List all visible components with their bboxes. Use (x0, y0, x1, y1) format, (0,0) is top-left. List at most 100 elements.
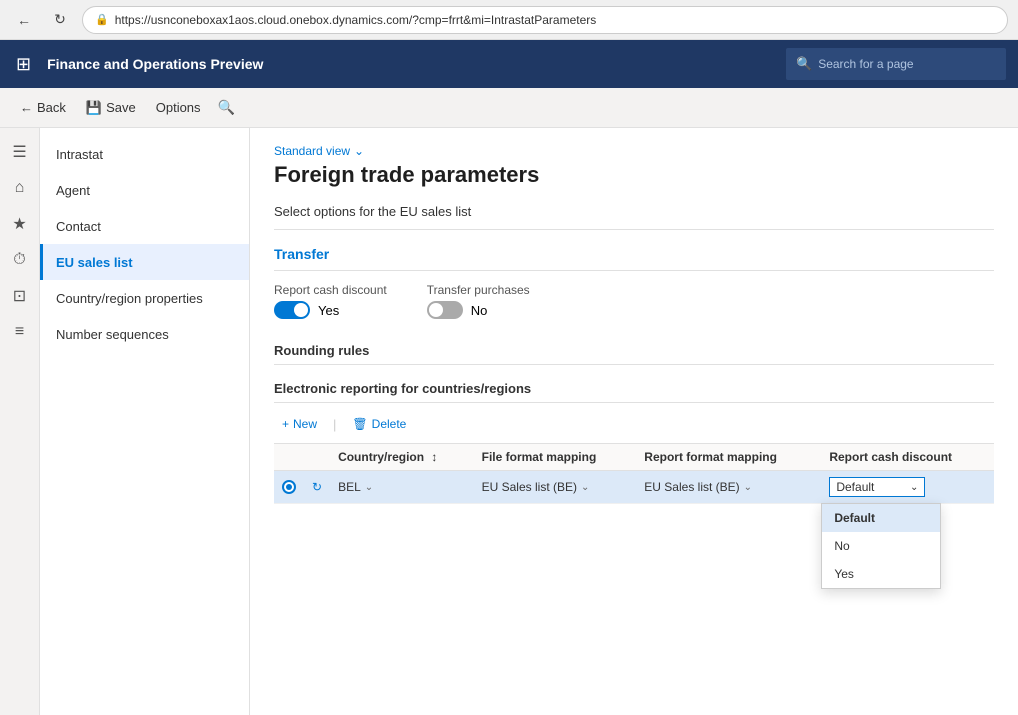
cash-discount-value: Default (836, 480, 874, 494)
file-format-dropdown[interactable]: EU Sales list (BE) ⌄ (482, 480, 629, 494)
grid-icon[interactable]: ⊞ (12, 50, 35, 79)
sidebar-item-intrastat[interactable]: Intrastat (40, 136, 249, 172)
row-radio[interactable] (282, 480, 296, 494)
app-title: Finance and Operations Preview (47, 56, 774, 72)
field-transfer-purchases: Transfer purchases No (427, 283, 530, 319)
field-report-cash-discount: Report cash discount Yes (274, 283, 387, 319)
row-radio-cell[interactable] (274, 471, 304, 504)
save-button[interactable]: 💾 Save (78, 94, 144, 122)
search-bar[interactable]: 🔍 Search for a page (786, 48, 1006, 80)
row-refresh-icon[interactable]: ↻ (312, 480, 322, 494)
rounding-rules-title: Rounding rules (274, 343, 994, 365)
delete-btn-label: Delete (372, 417, 407, 431)
sidebar-item-eu-sales-list[interactable]: EU sales list (40, 244, 249, 280)
view-switcher-label: Standard view (274, 144, 350, 158)
save-icon: 💾 (86, 100, 102, 116)
report-cash-discount-label: Report cash discount (274, 283, 387, 297)
col-header-cash-discount: Report cash discount (821, 444, 994, 471)
toggle-transfer-purchases[interactable] (427, 301, 463, 319)
browser-url-bar: 🔒 https://usnconeboxax1aos.cloud.onebox.… (82, 6, 1008, 34)
section-intro: Select options for the EU sales list (274, 204, 994, 230)
options-label: Options (156, 100, 201, 115)
col-header-country: Country/region ↕ (330, 444, 474, 471)
back-button[interactable]: ← Back (12, 94, 74, 122)
options-button[interactable]: Options (148, 94, 209, 122)
toolbar-search-icon: 🔍 (218, 99, 235, 116)
browser-refresh-button[interactable]: ↻ (46, 6, 74, 34)
data-table: Country/region ↕ File format mapping Rep… (274, 443, 994, 504)
file-format-dropdown-arrow: ⌄ (581, 482, 589, 493)
nav-home-icon[interactable]: ⌂ (4, 172, 36, 204)
sidebar-item-number-sequences[interactable]: Number sequences (40, 316, 249, 352)
er-section: Electronic reporting for countries/regio… (274, 381, 994, 504)
country-value: BEL (338, 480, 361, 494)
browser-url-text: https://usnconeboxax1aos.cloud.onebox.dy… (115, 13, 597, 27)
view-switcher[interactable]: Standard view ⌄ (274, 144, 994, 158)
row-report-format-cell: EU Sales list (BE) ⌄ (636, 471, 821, 504)
sidebar-item-contact[interactable]: Contact (40, 208, 249, 244)
sidebar-item-agent[interactable]: Agent (40, 172, 249, 208)
search-icon: 🔍 (796, 56, 812, 72)
toggle-cash-discount[interactable] (274, 301, 310, 319)
cash-discount-dropdown-arrow: ⌄ (910, 482, 918, 493)
sort-icon[interactable]: ↕ (431, 450, 437, 464)
nav-workspaces-icon[interactable]: ⊡ (4, 280, 36, 312)
report-format-dropdown-arrow: ⌄ (744, 482, 752, 493)
row-cash-discount-cell[interactable]: Default ⌄ Default No (821, 471, 994, 504)
app-header: ⊞ Finance and Operations Preview 🔍 Searc… (0, 40, 1018, 88)
report-format-dropdown[interactable]: EU Sales list (BE) ⌄ (644, 480, 813, 494)
add-icon: + (282, 417, 289, 431)
nav-hamburger-icon[interactable]: ☰ (4, 136, 36, 168)
page-title: Foreign trade parameters (274, 162, 994, 188)
dropdown-option-default[interactable]: Default (822, 504, 940, 532)
rounding-rules-section: Rounding rules (274, 335, 994, 365)
browser-bar: ← ↻ 🔒 https://usnconeboxax1aos.cloud.one… (0, 0, 1018, 40)
country-dropdown[interactable]: BEL ⌄ (338, 480, 466, 494)
table-row[interactable]: ↻ BEL ⌄ EU Sales list (BE) ⌄ (274, 471, 994, 504)
toggle-row-transfer-purchases: No (427, 301, 530, 319)
toggle-on-label: Yes (318, 303, 339, 318)
col-header-refresh (304, 444, 330, 471)
toolbar-search-button[interactable]: 🔍 (213, 94, 241, 122)
back-icon: ← (20, 100, 33, 115)
row-file-format-cell: EU Sales list (BE) ⌄ (474, 471, 637, 504)
transfer-section-title: Transfer (274, 246, 994, 271)
transfer-purchases-label: Transfer purchases (427, 283, 530, 297)
dropdown-option-no[interactable]: No (822, 532, 940, 560)
toggle-row-cash-discount: Yes (274, 301, 387, 319)
save-label: Save (106, 100, 136, 115)
toggle-off-label: No (471, 303, 488, 318)
report-format-value: EU Sales list (BE) (644, 480, 739, 494)
row-refresh-cell[interactable]: ↻ (304, 471, 330, 504)
back-label: Back (37, 100, 66, 115)
col-header-select (274, 444, 304, 471)
main-layout: ☰ ⌂ ★ ⏱ ⊡ ≡ Intrastat Agent Contact EU s… (0, 128, 1018, 715)
nav-recent-icon[interactable]: ⏱ (4, 244, 36, 276)
search-placeholder: Search for a page (818, 57, 913, 71)
cash-discount-dropdown-popup: Default No Yes (821, 503, 941, 589)
row-country-cell: BEL ⌄ (330, 471, 474, 504)
content-area: Standard view ⌄ Foreign trade parameters… (250, 128, 1018, 715)
fields-row-toggles: Report cash discount Yes Transfer purcha… (274, 283, 994, 319)
col-header-file-format: File format mapping (474, 444, 637, 471)
country-dropdown-arrow: ⌄ (365, 482, 373, 493)
toolbar: ← Back 💾 Save Options 🔍 (0, 88, 1018, 128)
table-toolbar: + New | 🗑 Delete (274, 411, 994, 437)
new-row-button[interactable]: + New (274, 411, 325, 437)
lock-icon: 🔒 (95, 13, 109, 26)
delete-row-button[interactable]: 🗑 Delete (344, 411, 414, 437)
sidebar: Intrastat Agent Contact EU sales list Co… (40, 128, 250, 715)
col-header-report-format: Report format mapping (636, 444, 821, 471)
nav-modules-icon[interactable]: ≡ (4, 316, 36, 348)
new-btn-label: New (293, 417, 317, 431)
dropdown-option-yes[interactable]: Yes (822, 560, 940, 588)
toolbar-divider: | (333, 417, 336, 432)
cash-discount-dropdown-input[interactable]: Default ⌄ (829, 477, 925, 497)
nav-favorites-icon[interactable]: ★ (4, 208, 36, 240)
sidebar-item-country-region-properties[interactable]: Country/region properties (40, 280, 249, 316)
table-header-row: Country/region ↕ File format mapping Rep… (274, 444, 994, 471)
chevron-down-icon: ⌄ (354, 144, 364, 158)
file-format-value: EU Sales list (BE) (482, 480, 577, 494)
browser-back-button[interactable]: ← (10, 6, 38, 34)
er-section-title: Electronic reporting for countries/regio… (274, 381, 994, 403)
